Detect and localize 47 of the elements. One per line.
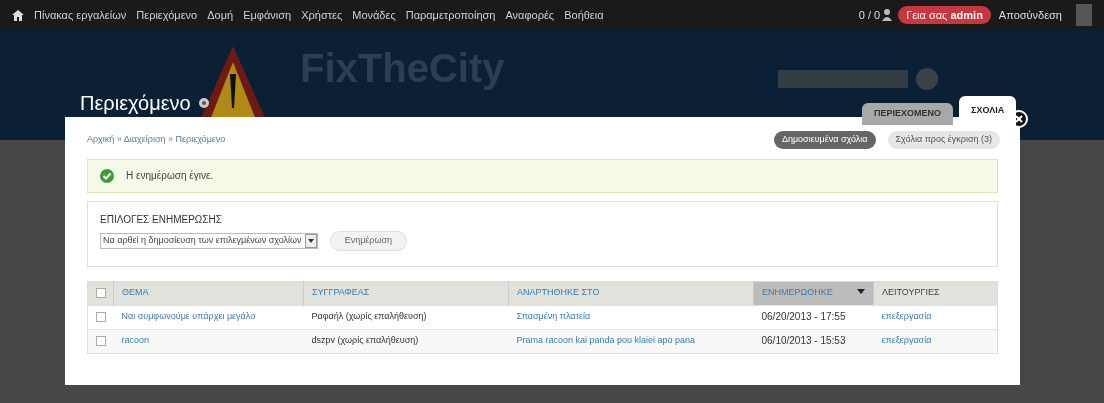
user-icon[interactable]	[882, 9, 893, 21]
shortcut-icon[interactable]	[198, 98, 209, 108]
updated-date: 06/10/2013 - 15:53	[761, 335, 846, 347]
column-header[interactable]: ΑΝΑΡΤΗΘΗΚΕ ΣΤΟ	[517, 287, 600, 298]
toolbar-menu-item[interactable]: Χρήστες	[301, 6, 343, 24]
author-name: dszpv (χωρίς επαλήθευση)	[311, 335, 419, 346]
row-checkbox[interactable]	[96, 312, 106, 322]
column-header[interactable]: ΣΥΓΓΡΑΦΕΑΣ	[312, 287, 370, 298]
toolbar-menu-item[interactable]: Αναφορές	[505, 6, 555, 24]
author-name: Ραφαήλ (χωρίς επαλήθευση)	[311, 311, 427, 322]
comment-subject-link[interactable]: Ναι συμφωνούμε υπάρχει μεγάλο	[121, 311, 256, 322]
toolbar-menu-item[interactable]: Βοήθεια	[564, 6, 604, 24]
breadcrumb: Αρχική » Διαχείριση » Περιεχόμενο	[87, 133, 226, 146]
node-title-link[interactable]: Σπασμένη πλατεία	[516, 311, 591, 322]
toolbar-menu-item[interactable]: Παραμετροποίηση	[405, 6, 496, 24]
overlay-tab[interactable]: ΣΧΟΛΙΑ	[959, 96, 1017, 126]
home-icon[interactable]	[12, 9, 24, 21]
update-button[interactable]: Ενημέρωση	[329, 230, 408, 251]
dropdown-icon	[304, 233, 317, 248]
toolbar-toggle[interactable]	[1076, 4, 1092, 26]
counter: 0 / 0	[858, 7, 881, 23]
node-title-link[interactable]: Prama racoon kai panda pou klaiei apo pana	[516, 335, 696, 346]
edit-link[interactable]: επεξεργασία	[881, 311, 932, 322]
action-select[interactable]: Να αρθεί η δημοσίευση των επιλεγμένων σχολίων	[100, 232, 318, 249]
search-field[interactable]	[778, 70, 908, 88]
message-text: Η ενημέρωση έγινε.	[126, 169, 214, 183]
edit-link[interactable]: επεξεργασία	[881, 335, 932, 346]
row-checkbox[interactable]	[96, 336, 106, 346]
select-all-checkbox[interactable]	[96, 288, 106, 298]
updated-date: 06/20/2013 - 17:55	[761, 311, 846, 323]
overlay-title: Περιεχόμενο	[80, 91, 191, 116]
toolbar-menu-item[interactable]: Εμφάνιση	[243, 6, 292, 24]
secondary-tab[interactable]: Δημοσιευμένα σχόλια	[773, 131, 876, 149]
toolbar-menu-item[interactable]: Δομή	[207, 6, 234, 24]
sort-icon	[857, 289, 865, 295]
secondary-tab[interactable]: Σχόλια προς έγκριση (3)	[887, 131, 1000, 149]
toolbar-menu-item[interactable]: Μονάδες	[352, 6, 396, 24]
user-link[interactable]: Γεια σας admin	[898, 5, 991, 25]
toolbar-menu-item[interactable]: Πίνακας εργαλείων	[34, 6, 127, 24]
toolbar-menu-item[interactable]: Περιεχόμενο	[136, 6, 198, 24]
check-icon	[100, 168, 114, 183]
overlay-tab[interactable]: ΠΕΡΙΕΧΟΜΕΝΟ	[862, 103, 953, 125]
fieldset-legend: ΕΠΙΛΟΓΕΣ ΕΝΗΜΕΡΩΣΗΣ	[100, 211, 985, 227]
column-header[interactable]: ΘΕΜΑ	[122, 287, 149, 298]
comment-subject-link[interactable]: racoon	[121, 335, 150, 346]
logout-link[interactable]: Αποσύνδεση	[998, 6, 1062, 24]
column-header: ΛΕΙΤΟΥΡΓΙΕΣ	[882, 287, 940, 298]
